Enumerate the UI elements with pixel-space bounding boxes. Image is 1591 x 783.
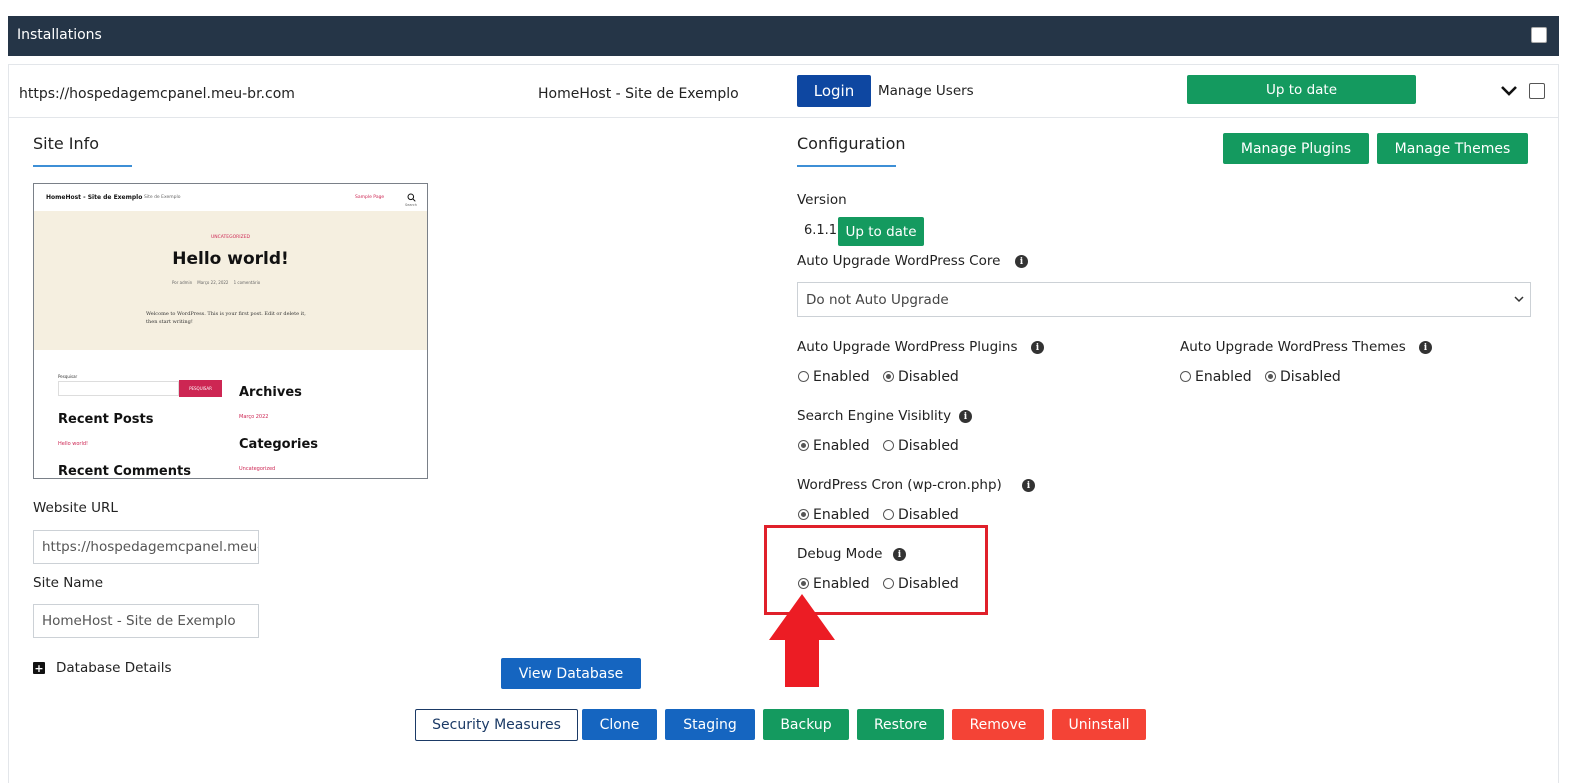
chevron-down-icon[interactable] <box>1500 84 1518 98</box>
cron-disabled-radio[interactable] <box>883 509 894 520</box>
red-arrow-up-icon <box>769 594 835 687</box>
configuration-title: Configuration <box>797 134 906 153</box>
plugins-enabled-radio[interactable] <box>798 371 809 382</box>
debug-mode-label: Debug Mode <box>797 546 883 562</box>
installation-checkbox[interactable] <box>1529 83 1545 99</box>
row-divider <box>9 117 1558 118</box>
info-icon[interactable]: i <box>1015 255 1028 268</box>
debug-enabled-radio[interactable] <box>798 578 809 589</box>
plugins-disabled-label: Disabled <box>898 369 959 385</box>
preview-post-title: Hello world! <box>172 249 289 269</box>
version-label: Version <box>797 192 847 208</box>
select-chevron-down-icon <box>1514 296 1524 303</box>
preview-site-title: HomeHost - Site de Exemplo <box>46 194 143 201</box>
debug-disabled-radio[interactable] <box>883 578 894 589</box>
info-icon[interactable]: i <box>1022 479 1035 492</box>
site-name-input[interactable]: HomeHost - Site de Exemplo <box>33 604 259 638</box>
auto-upgrade-core-value: Do not Auto Upgrade <box>806 291 949 308</box>
cron-enabled-radio[interactable] <box>798 509 809 520</box>
remove-button[interactable]: Remove <box>952 709 1044 740</box>
up-to-date-button[interactable]: Up to date <box>1187 75 1416 104</box>
clone-button[interactable]: Clone <box>582 709 657 740</box>
configuration-underline <box>797 165 896 167</box>
website-url-input[interactable]: https://hospedagemcpanel.meu-br.com <box>33 530 259 564</box>
preview-meta: Por admin Março 22, 2022 1 comentário <box>172 280 260 285</box>
auto-upgrade-themes-label: Auto Upgrade WordPress Themes <box>1180 339 1406 355</box>
themes-disabled-label: Disabled <box>1280 369 1341 385</box>
view-database-button[interactable]: View Database <box>501 658 641 689</box>
preview-recent-post-item: Hello world! <box>58 441 89 447</box>
preview-meta-author: Por admin <box>172 280 193 285</box>
preview-search-label: Search <box>405 203 418 207</box>
preview-archive-item: Março 2022 <box>239 414 269 420</box>
auto-upgrade-core-select[interactable]: Do not Auto Upgrade <box>797 282 1531 317</box>
cron-enabled-label: Enabled <box>813 507 870 523</box>
debug-disabled-label: Disabled <box>898 576 959 592</box>
manage-plugins-button[interactable]: Manage Plugins <box>1223 133 1369 164</box>
installations-title: Installations <box>17 27 102 43</box>
restore-button[interactable]: Restore <box>857 709 944 740</box>
preview-search-button: PESQUISAR <box>179 380 222 397</box>
plugins-enabled-label: Enabled <box>813 369 870 385</box>
backup-button[interactable]: Backup <box>763 709 849 740</box>
cron-disabled-label: Disabled <box>898 507 959 523</box>
info-icon[interactable]: i <box>1419 341 1432 354</box>
manage-themes-button[interactable]: Manage Themes <box>1377 133 1528 164</box>
preview-categories: Categories <box>239 437 319 452</box>
preview-search-field <box>58 381 179 396</box>
preview-search-widget-label: Pesquisar <box>58 374 78 379</box>
uninstall-button[interactable]: Uninstall <box>1052 709 1146 740</box>
security-measures-button[interactable]: Security Measures <box>415 709 578 741</box>
preview-archives: Archives <box>239 385 302 400</box>
themes-enabled-radio[interactable] <box>1180 371 1191 382</box>
version-value: 6.1.1 <box>804 223 838 238</box>
search-engine-label: Search Engine Visiblity <box>797 408 952 424</box>
preview-tagline: Site de Exemplo <box>144 195 181 200</box>
manage-users-link[interactable]: Manage Users <box>878 83 974 99</box>
preview-excerpt: Welcome to WordPress. This is your first… <box>146 311 306 325</box>
preview-category-item: Uncategorized <box>239 466 276 472</box>
select-all-checkbox[interactable] <box>1531 27 1547 43</box>
site-name-label: Site Name <box>33 575 104 591</box>
debug-enabled-label: Enabled <box>813 576 870 592</box>
installation-url[interactable]: https://hospedagemcpanel.meu-br.com <box>19 86 295 102</box>
search-engine-disabled-label: Disabled <box>898 438 959 454</box>
site-info-title: Site Info <box>33 134 100 153</box>
preview-meta-comments: 1 comentário <box>233 280 261 285</box>
info-icon[interactable]: i <box>1031 341 1044 354</box>
preview-nav-link: Sample Page <box>355 195 385 200</box>
preview-recent-posts: Recent Posts <box>58 412 154 427</box>
preview-search-icon <box>407 193 416 202</box>
plugins-disabled-radio[interactable] <box>883 371 894 382</box>
site-preview-thumbnail[interactable]: HomeHost - Site de Exemplo Site de Exemp… <box>33 183 428 479</box>
auto-upgrade-core-label: Auto Upgrade WordPress Core <box>797 253 1001 269</box>
database-details-toggle[interactable]: Database Details <box>56 660 172 676</box>
themes-disabled-radio[interactable] <box>1265 371 1276 382</box>
search-engine-enabled-radio[interactable] <box>798 440 809 451</box>
info-icon[interactable]: i <box>893 548 906 561</box>
installations-header <box>8 16 1559 56</box>
expand-plus-icon[interactable]: + <box>33 662 45 675</box>
info-icon[interactable]: i <box>959 410 972 423</box>
version-up-to-date-button[interactable]: Up to date <box>838 217 924 246</box>
preview-recent-comments: Recent Comments <box>58 464 191 479</box>
site-info-underline <box>33 165 132 167</box>
search-engine-enabled-label: Enabled <box>813 438 870 454</box>
website-url-label: Website URL <box>33 500 118 516</box>
search-engine-disabled-radio[interactable] <box>883 440 894 451</box>
cron-label: WordPress Cron (wp-cron.php) <box>797 477 1002 493</box>
installation-site-name: HomeHost - Site de Exemplo <box>538 86 739 102</box>
staging-button[interactable]: Staging <box>665 709 755 740</box>
auto-upgrade-plugins-label: Auto Upgrade WordPress Plugins <box>797 339 1018 355</box>
preview-category: UNCATEGORIZED <box>211 235 250 240</box>
login-button[interactable]: Login <box>797 75 871 107</box>
themes-enabled-label: Enabled <box>1195 369 1252 385</box>
preview-meta-date: Março 22, 2022 <box>197 280 229 285</box>
